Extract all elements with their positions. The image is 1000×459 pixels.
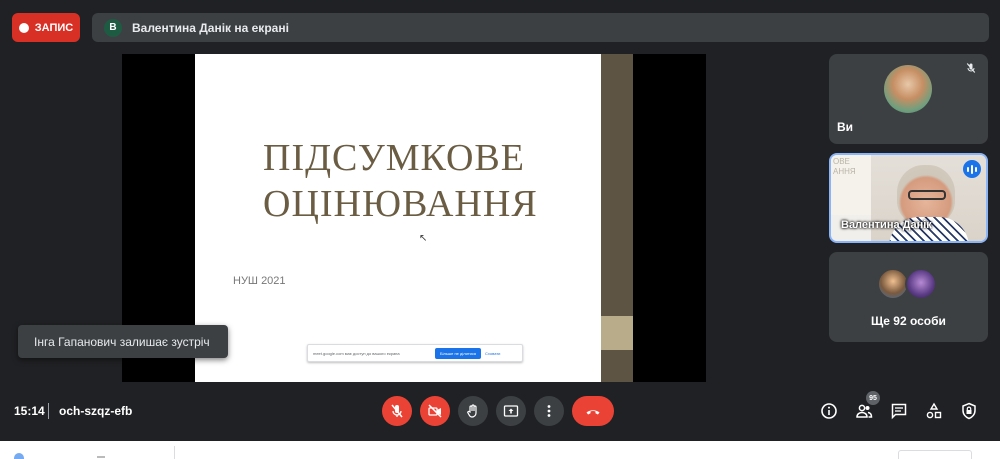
activities-button[interactable] [925, 402, 943, 420]
participant-name: Валентина Данік [841, 219, 932, 231]
divider [48, 403, 49, 419]
host-controls-icon [962, 402, 976, 420]
raise-hand-icon [467, 404, 477, 418]
stop-sharing-button[interactable]: Більше не ділитися [435, 347, 482, 359]
more-participants-label: Ще 92 особи [871, 314, 946, 328]
slide-title-line2: ОЦІНЮВАННЯ [263, 183, 538, 225]
more-options-icon [547, 405, 551, 417]
camera-toggle-button[interactable] [420, 396, 450, 426]
end-call-icon [586, 410, 600, 415]
avatar [905, 268, 937, 300]
browser-bottom-strip [0, 441, 1000, 459]
participant-tile-self[interactable]: Ви [829, 54, 988, 144]
presentation-banner[interactable]: В Валентина Данік на екрані [92, 13, 989, 42]
slide-title: ПІДСУМКОВЕ ОЦІНЮВАННЯ [263, 135, 538, 227]
present-button[interactable] [496, 396, 526, 426]
presenter-glasses [908, 190, 946, 200]
mic-toggle-button[interactable] [382, 396, 412, 426]
participant-tile-more[interactable]: Ще 92 особи [829, 252, 988, 342]
strip-button[interactable] [898, 450, 972, 459]
recording-label: ЗАПИС [34, 21, 74, 34]
slide-decor-block [601, 316, 633, 350]
meeting-details-button[interactable] [820, 402, 838, 420]
leave-notification: Інга Гапанович залишає зустріч [18, 325, 228, 358]
shared-slide: ПІДСУМКОВЕ ОЦІНЮВАННЯ НУШ 2021 ↖ meet.go… [195, 54, 601, 382]
more-options-button[interactable] [534, 396, 564, 426]
taskbar-app-icon [14, 453, 24, 459]
mic-off-icon [391, 404, 403, 418]
hide-notice-button[interactable]: Сховати [485, 351, 500, 356]
camera-off-icon [428, 404, 442, 418]
presenter-banner-text: Валентина Данік на екрані [132, 20, 289, 35]
divider [174, 446, 175, 459]
mic-off-icon [963, 62, 979, 78]
divider [97, 456, 105, 458]
chat-button[interactable] [890, 402, 908, 420]
slide-subtitle: НУШ 2021 [233, 275, 286, 287]
speaking-indicator-icon [963, 160, 981, 178]
record-dot-icon [18, 22, 29, 33]
control-bar: 15:14 och-szqz-efb 95 [0, 388, 1000, 436]
avatar [884, 65, 932, 113]
raise-hand-button[interactable] [458, 396, 488, 426]
activities-icon [926, 402, 942, 419]
share-notice-text: meet.google.com має доступ до вашого екр… [313, 350, 400, 356]
end-call-button[interactable] [572, 396, 614, 426]
participant-count-badge: 95 [866, 391, 880, 405]
slide-title-line1: ПІДСУМКОВЕ [263, 137, 525, 179]
info-icon [821, 403, 837, 419]
participant-name: Ви [837, 120, 854, 134]
meeting-code: och-szqz-efb [59, 404, 133, 418]
more-avatars [877, 268, 947, 302]
clock: 15:14 [14, 404, 45, 418]
screen-share-notice: meet.google.com має доступ до вашого екр… [307, 344, 523, 362]
recording-button[interactable]: ЗАПИС [12, 13, 80, 42]
participant-tile-presenter[interactable]: ОВЕ АННЯ Валентина Данік [829, 153, 988, 243]
host-controls-button[interactable] [960, 402, 978, 420]
mouse-cursor-icon: ↖ [419, 233, 428, 244]
chat-icon [891, 403, 907, 420]
presenter-avatar: В [104, 18, 122, 37]
present-screen-icon [503, 405, 519, 417]
